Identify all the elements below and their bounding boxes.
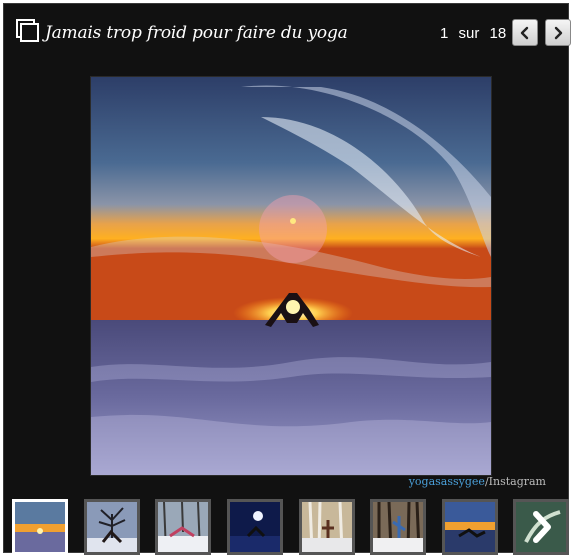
thumb-next-arrow[interactable]	[513, 499, 569, 555]
thumb-birch-forest[interactable]	[299, 499, 355, 555]
credit-source: /Instagram	[484, 475, 546, 488]
thumb-lake-sunset[interactable]	[442, 499, 498, 555]
thumb-tree-yoga[interactable]	[84, 499, 140, 555]
next-button[interactable]	[545, 19, 571, 46]
thumb-snow-pose[interactable]	[155, 499, 211, 555]
counter-separator: sur	[458, 25, 480, 42]
thumb-winter-woods[interactable]	[370, 499, 426, 555]
gallery-icon	[16, 19, 39, 42]
thumbnail-strip	[12, 499, 572, 557]
counter-total: 18	[489, 25, 507, 42]
gallery-frame: Jamais trop froid pour faire du yoga 1 s…	[3, 3, 571, 555]
thumb-sunset-yoga[interactable]	[12, 499, 68, 555]
gallery-title: Jamais trop froid pour faire du yoga	[45, 23, 348, 43]
prev-button[interactable]	[512, 19, 538, 46]
chevron-left-icon	[520, 26, 529, 39]
thumb-night-moon[interactable]	[227, 499, 283, 555]
chevron-right-icon	[554, 26, 563, 39]
counter-current: 1	[440, 25, 449, 42]
credit-user-link[interactable]: yogasassygee	[409, 475, 485, 488]
photo-credit: yogasassygee/Instagram	[409, 475, 546, 488]
slide-counter: 1 sur 18	[440, 25, 512, 42]
main-photo[interactable]	[90, 76, 492, 476]
